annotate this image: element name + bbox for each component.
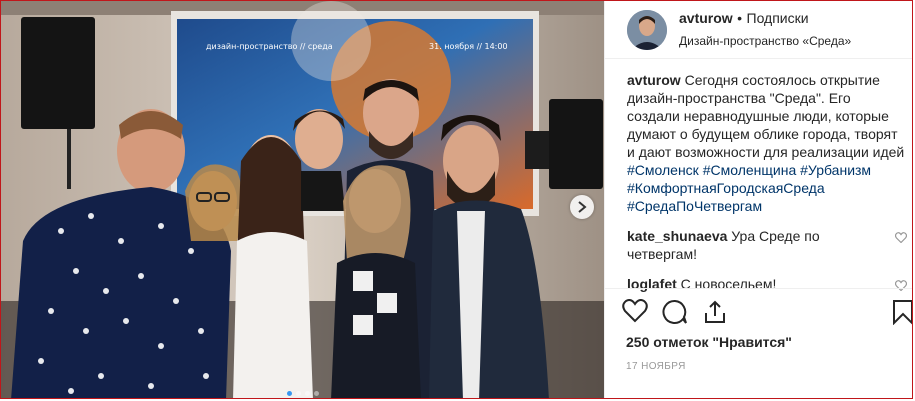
chevron-right-icon [578, 201, 587, 213]
comment-bubble-icon[interactable] [662, 299, 688, 330]
follow-status-button[interactable]: Подписки [747, 10, 809, 26]
right-speaker [549, 99, 603, 189]
hashtag-link[interactable]: #Урбанизм [800, 162, 871, 178]
carousel-dot [295, 391, 301, 396]
bookmark-icon[interactable] [892, 299, 912, 330]
screen-text-date: 31. ноября // 14:00 [429, 42, 508, 51]
username-link[interactable]: avturow [679, 10, 733, 26]
hashtag-link[interactable]: #СредаПоЧетвергам [627, 198, 762, 214]
comment-item: kate_shunaeva Ура Среде по четвергам! [627, 227, 908, 263]
post-date: 17 НОЯБРЯ [626, 361, 686, 372]
comments-section: avturow Сегодня состоялось открытие диза… [627, 71, 908, 305]
post-header: avturow • Подписки Дизайн-пространство «… [605, 1, 912, 59]
hashtag-link[interactable]: #Смоленск [627, 162, 699, 178]
left-speaker [21, 17, 95, 129]
hashtag-link[interactable]: #Смоленщина [703, 162, 797, 178]
action-icons [622, 299, 728, 330]
avatar[interactable] [627, 9, 667, 50]
location-link[interactable]: Дизайн-пространство «Среда» [679, 32, 851, 50]
caption: avturow Сегодня состоялось открытие диза… [627, 71, 907, 215]
likes-count[interactable]: 250 отметок "Нравится" [626, 334, 792, 350]
carousel-dot [286, 391, 292, 396]
group-photo-illustration: дизайн-пространство // среда 31. ноября … [1, 1, 604, 398]
carousel-next-button[interactable] [570, 195, 594, 219]
instagram-post: дизайн-пространство // среда 31. ноября … [0, 0, 913, 399]
person-white-top [233, 232, 313, 398]
carousel-dot [304, 391, 310, 396]
comment-username-link[interactable]: kate_shunaeva [627, 228, 727, 244]
header-info: avturow • Подписки Дизайн-пространство «… [679, 9, 851, 50]
screen-text-top: дизайн-пространство // среда [206, 42, 333, 51]
caption-username-link[interactable]: avturow [627, 72, 681, 88]
avatar-image [627, 9, 667, 50]
post-photo[interactable]: дизайн-пространство // среда 31. ноября … [1, 1, 604, 398]
person-checkered-dress [331, 253, 421, 398]
carousel-dot [313, 391, 319, 396]
like-comment-heart-icon[interactable] [894, 229, 908, 247]
like-heart-icon[interactable] [622, 299, 648, 330]
separator-dot: • [737, 10, 743, 26]
hashtag-link[interactable]: #КомфортнаяГородскаяСреда [627, 180, 825, 196]
share-icon[interactable] [702, 299, 728, 330]
carousel-indicator [1, 391, 604, 396]
post-actions: 250 отметок "Нравится" 17 НОЯБРЯ [604, 288, 912, 398]
